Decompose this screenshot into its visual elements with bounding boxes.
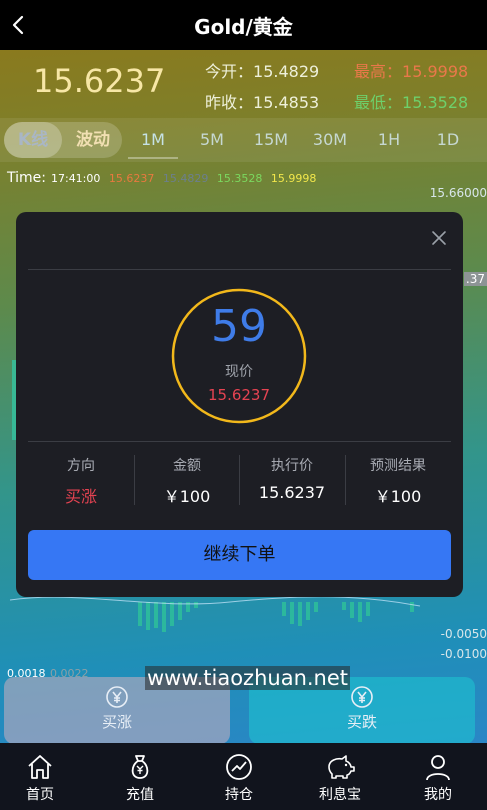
forecast-result-cell: 预测结果 ￥100 bbox=[370, 458, 426, 506]
amount-cell: 金额 ￥100 bbox=[163, 458, 211, 506]
close-icon[interactable] bbox=[430, 229, 448, 247]
nav-home[interactable]: 首页 bbox=[5, 743, 75, 810]
chart-circle-icon bbox=[226, 754, 252, 780]
back-arrow-icon[interactable] bbox=[8, 13, 30, 37]
prev-close-stat: 昨收：15.4853 bbox=[205, 93, 320, 112]
chart-tabs: K线 波动 1M 5M 15M 30M 1H 1D bbox=[0, 118, 487, 162]
nav-interest[interactable]: 利息宝 bbox=[305, 743, 375, 810]
tab-5m[interactable]: 5M bbox=[187, 130, 237, 149]
current-price-value: 15.6237 bbox=[207, 386, 271, 404]
yen-down-icon bbox=[351, 686, 373, 708]
divider bbox=[28, 441, 451, 442]
piggy-bank-icon bbox=[328, 755, 355, 779]
order-result-dialog: 59 现价 15.6237 方向 买涨 金额 ￥100 执行价 15.6237 … bbox=[16, 212, 463, 597]
tab-wave[interactable]: 波动 bbox=[64, 122, 122, 158]
user-icon bbox=[426, 755, 450, 781]
high-stat: 最高：15.9998 bbox=[354, 62, 469, 81]
current-price: 15.6237 bbox=[33, 62, 166, 100]
nav-recharge[interactable]: 充值 bbox=[105, 743, 175, 810]
tab-1d[interactable]: 1D bbox=[423, 130, 473, 149]
tab-30m[interactable]: 30M bbox=[305, 130, 355, 149]
countdown-seconds: 59 bbox=[211, 301, 267, 352]
page-title: Gold/黄金 bbox=[194, 14, 293, 39]
top-bar: Gold/黄金 bbox=[0, 0, 487, 50]
nav-profile[interactable]: 我的 bbox=[403, 743, 473, 810]
money-bag-icon bbox=[131, 755, 149, 779]
quote-summary: 15.6237 今开：15.4829 昨收：15.4853 最高：15.9998… bbox=[0, 50, 487, 116]
tab-1h[interactable]: 1H bbox=[364, 130, 414, 149]
watermark: www.tiaozhuan.net bbox=[145, 666, 351, 690]
bottom-nav: 首页 充值 持仓 利息宝 我的 bbox=[0, 743, 487, 810]
tab-15m[interactable]: 15M bbox=[246, 130, 296, 149]
low-stat: 最低：15.3528 bbox=[354, 93, 469, 112]
direction-cell: 方向 买涨 bbox=[64, 458, 97, 506]
chart-mode-toggle: K线 波动 bbox=[4, 122, 122, 158]
strike-price-cell: 执行价 15.6237 bbox=[258, 458, 326, 502]
tab-kline[interactable]: K线 bbox=[4, 122, 62, 158]
current-price-label: 现价 bbox=[225, 364, 253, 380]
axis-label-top: 15.66000 bbox=[429, 186, 487, 200]
chart-legend: Time: 17:41:00 15.6237 15.4829 15.3528 15… bbox=[7, 170, 317, 186]
open-stat: 今开：15.4829 bbox=[205, 62, 320, 81]
continue-order-button[interactable]: 继续下单 bbox=[28, 530, 451, 580]
yen-up-icon bbox=[106, 686, 128, 708]
nav-positions[interactable]: 持仓 bbox=[204, 743, 274, 810]
tab-1m[interactable]: 1M bbox=[128, 130, 178, 159]
divider bbox=[28, 269, 451, 270]
home-icon bbox=[28, 755, 52, 779]
